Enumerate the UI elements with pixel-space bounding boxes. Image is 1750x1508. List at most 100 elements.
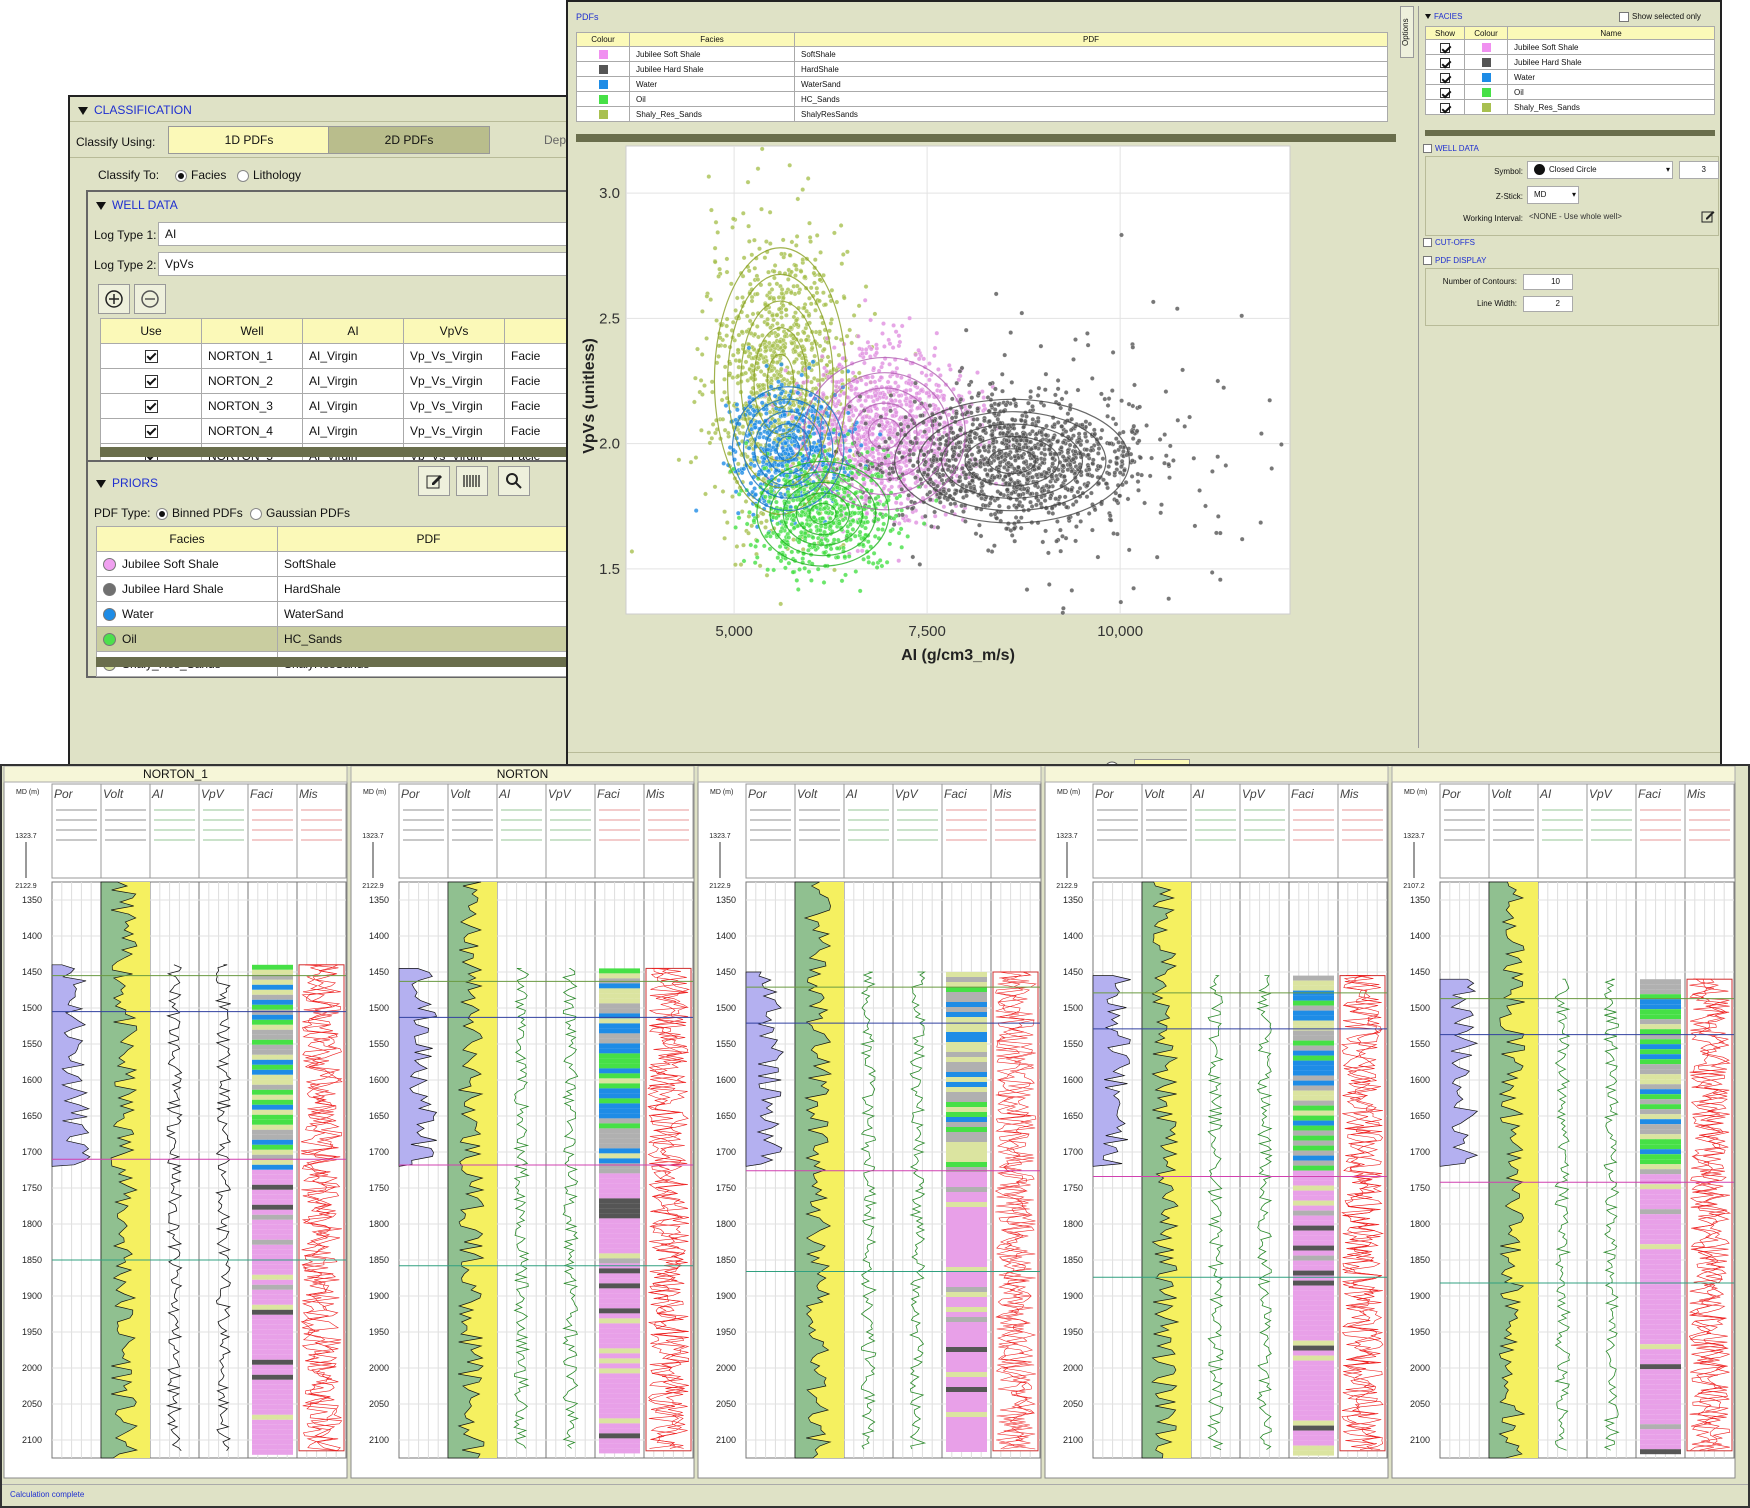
- table-row[interactable]: Jubilee Soft Shale: [1425, 39, 1715, 55]
- table-row[interactable]: Shaly_Res_Sands ShalyResSands: [576, 106, 1388, 122]
- remove-well-button[interactable]: [134, 284, 166, 314]
- show-checkbox[interactable]: [1425, 69, 1465, 85]
- collapse-triangle-icon[interactable]: [78, 106, 88, 115]
- column-header-pdf[interactable]: PDF: [794, 32, 1388, 47]
- colour-cell[interactable]: [1464, 84, 1508, 100]
- pdf-display-header[interactable]: PDF DISPLAY: [1423, 256, 1486, 266]
- tab-2d-pdfs[interactable]: 2D PDFs: [328, 126, 490, 154]
- cutoffs-header[interactable]: CUT-OFFS: [1423, 238, 1475, 248]
- colour-cell[interactable]: [576, 76, 630, 92]
- add-well-button[interactable]: [98, 284, 130, 314]
- symbol-size-spinner[interactable]: 3: [1679, 161, 1719, 179]
- pdf-cell[interactable]: ShalyResSands: [794, 106, 1388, 122]
- pdf-cell[interactable]: HC_Sands: [794, 91, 1388, 107]
- show-selected-only-checkbox[interactable]: Show selected only: [1619, 12, 1701, 22]
- tab-dep[interactable]: Dep: [544, 133, 566, 147]
- vpvs-cell[interactable]: Vp_Vs_Virgin: [403, 368, 505, 394]
- priors-header[interactable]: PRIORS: [96, 476, 158, 490]
- tab-1d-pdfs[interactable]: 1D PDFs: [168, 126, 330, 154]
- show-checkbox[interactable]: [1425, 54, 1465, 70]
- pdf-cell[interactable]: SoftShale: [277, 551, 580, 577]
- gaussian-pdfs-radio[interactable]: Gaussian PDFs: [250, 506, 350, 520]
- edit-icon[interactable]: [1701, 209, 1715, 223]
- table-row[interactable]: Jubilee Hard Shale HardShale: [96, 576, 580, 602]
- colour-cell[interactable]: [1464, 99, 1508, 115]
- well-data-options-header[interactable]: WELL DATA: [1423, 144, 1479, 154]
- use-checkbox[interactable]: [100, 368, 202, 394]
- show-checkbox[interactable]: [1425, 84, 1465, 100]
- vpvs-cell[interactable]: Vp_Vs_Virgin: [403, 418, 505, 444]
- facies-header[interactable]: FACIES: [1425, 12, 1462, 21]
- data-point: [1119, 232, 1124, 238]
- zstick-select[interactable]: MD ▾: [1527, 186, 1579, 204]
- well-data-header[interactable]: WELL DATA: [96, 198, 178, 212]
- symbol-select[interactable]: Closed Circle ▾: [1527, 161, 1673, 179]
- classification-header[interactable]: CLASSIFICATION: [78, 103, 192, 117]
- vpvs-cell[interactable]: Vp_Vs_Virgin: [403, 343, 505, 369]
- colour-cell[interactable]: [576, 106, 630, 122]
- ai-cell[interactable]: AI_Virgin: [302, 368, 404, 394]
- data-point: [831, 427, 837, 433]
- show-checkbox[interactable]: [1425, 99, 1465, 115]
- use-checkbox[interactable]: [100, 418, 202, 444]
- facies-radio[interactable]: Facies: [175, 168, 226, 182]
- column-header-vpvs[interactable]: VpVs: [403, 318, 505, 344]
- edit-pdf-button[interactable]: [418, 466, 450, 496]
- lithology-radio[interactable]: Lithology: [237, 168, 301, 182]
- colour-cell[interactable]: [1464, 54, 1508, 70]
- column-header-facies[interactable]: Facies: [629, 32, 795, 47]
- table-row[interactable]: Water WaterSand: [96, 601, 580, 627]
- log-type-1-field[interactable]: AI: [158, 222, 578, 246]
- table-row[interactable]: Jubilee Soft Shale SoftShale: [576, 46, 1388, 62]
- column-header-facies[interactable]: Facies: [96, 526, 278, 552]
- colour-cell[interactable]: [576, 91, 630, 107]
- table-row[interactable]: Oil HC_Sands: [576, 91, 1388, 107]
- table-row[interactable]: Oil HC_Sands: [96, 626, 580, 652]
- colour-cell[interactable]: [576, 61, 630, 77]
- table-row[interactable]: NORTON_3 AI_Virgin Vp_Vs_Virgin Facie: [100, 393, 580, 419]
- pdf-cell[interactable]: WaterSand: [794, 76, 1388, 92]
- log-type-2-field[interactable]: VpVs: [158, 252, 578, 276]
- pdf-cell[interactable]: WaterSand: [277, 601, 580, 627]
- column-header-well[interactable]: Well: [201, 318, 303, 344]
- column-header-use[interactable]: Use: [100, 318, 202, 344]
- options-tab[interactable]: Options: [1400, 6, 1414, 58]
- column-header-pdf[interactable]: PDF: [277, 526, 580, 552]
- pdf-cell[interactable]: HardShale: [794, 61, 1388, 77]
- working-interval-field[interactable]: <NONE - Use whole well>: [1529, 212, 1699, 221]
- search-button[interactable]: [498, 466, 530, 496]
- table-row[interactable]: Shaly_Res_Sands: [1425, 99, 1715, 115]
- line-width-spinner[interactable]: 2: [1523, 296, 1573, 312]
- facies-block: [252, 1094, 293, 1100]
- column-header-show[interactable]: Show: [1425, 26, 1465, 40]
- table-row[interactable]: NORTON_1 AI_Virgin Vp_Vs_Virgin Facie: [100, 343, 580, 369]
- contours-spinner[interactable]: 10: [1523, 274, 1573, 290]
- barcode-button[interactable]: [456, 466, 488, 496]
- table-row[interactable]: NORTON_2 AI_Virgin Vp_Vs_Virgin Facie: [100, 368, 580, 394]
- column-header-ai[interactable]: AI: [302, 318, 404, 344]
- table-row[interactable]: Oil: [1425, 84, 1715, 100]
- use-checkbox[interactable]: [100, 393, 202, 419]
- table-row[interactable]: Jubilee Hard Shale HardShale: [576, 61, 1388, 77]
- use-checkbox[interactable]: [100, 343, 202, 369]
- column-header-name[interactable]: Name: [1507, 26, 1715, 40]
- pdf-cell[interactable]: HardShale: [277, 576, 580, 602]
- column-header-colour[interactable]: Colour: [576, 32, 630, 47]
- colour-cell[interactable]: [1464, 69, 1508, 85]
- pdf-cell[interactable]: HC_Sands: [277, 626, 580, 652]
- vpvs-cell[interactable]: Vp_Vs_Virgin: [403, 393, 505, 419]
- colour-cell[interactable]: [576, 46, 630, 62]
- ai-cell[interactable]: AI_Virgin: [302, 393, 404, 419]
- table-row[interactable]: Jubilee Soft Shale SoftShale: [96, 551, 580, 577]
- colour-cell[interactable]: [1464, 39, 1508, 55]
- column-header-colour[interactable]: Colour: [1464, 26, 1508, 40]
- table-row[interactable]: Water WaterSand: [576, 76, 1388, 92]
- ai-cell[interactable]: AI_Virgin: [302, 343, 404, 369]
- binned-pdfs-radio[interactable]: Binned PDFs: [156, 506, 243, 520]
- show-checkbox[interactable]: [1425, 39, 1465, 55]
- table-row[interactable]: Jubilee Hard Shale: [1425, 54, 1715, 70]
- table-row[interactable]: Water: [1425, 69, 1715, 85]
- ai-cell[interactable]: AI_Virgin: [302, 418, 404, 444]
- pdf-cell[interactable]: SoftShale: [794, 46, 1388, 62]
- table-row[interactable]: NORTON_4 AI_Virgin Vp_Vs_Virgin Facie: [100, 418, 580, 444]
